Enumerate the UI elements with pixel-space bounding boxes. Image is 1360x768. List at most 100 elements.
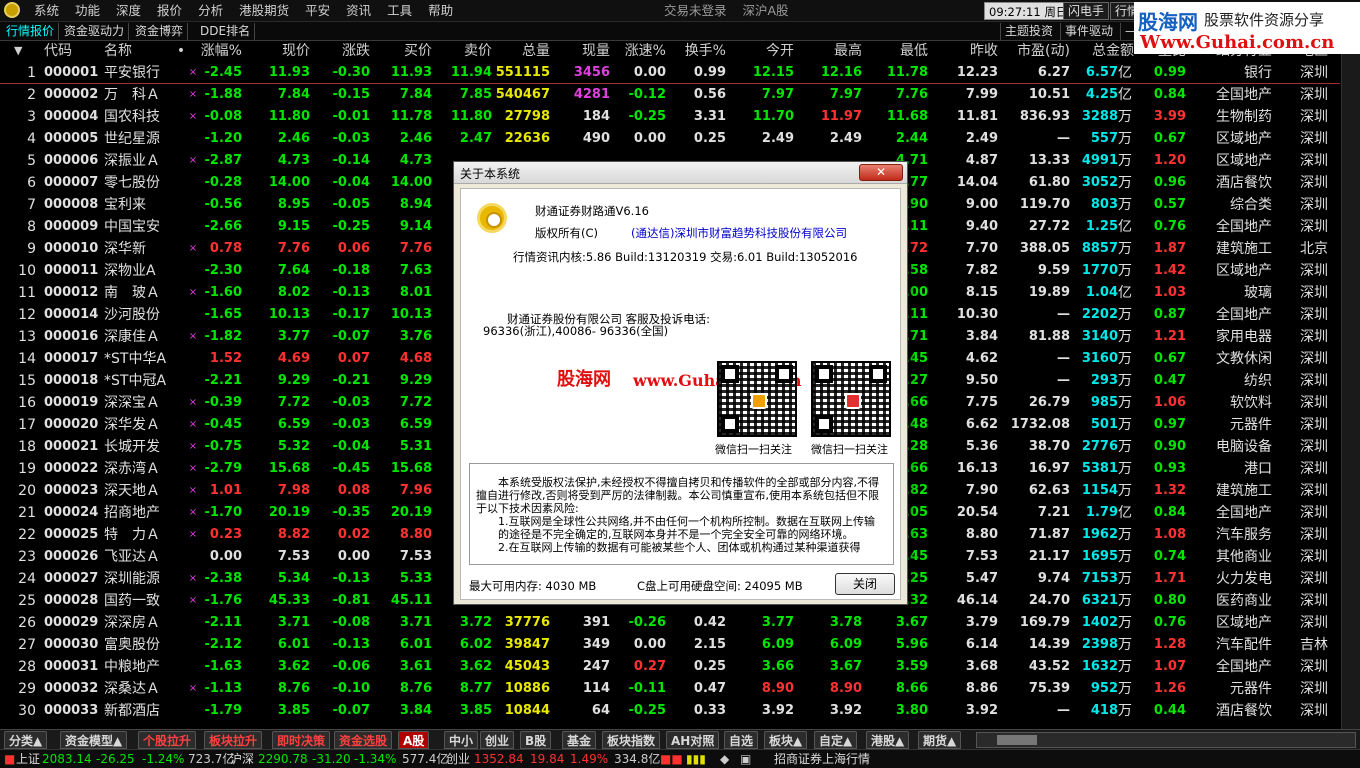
sort-indicator-icon[interactable]: ▼ [14, 41, 34, 61]
menu-item[interactable]: 报价 [149, 0, 190, 22]
bottom-tab[interactable]: 自选 [724, 731, 759, 749]
table-row[interactable]: 29 000032 深桑达Ａ × -1.13 8.76 -0.10 8.76 8.77 10886… [0, 678, 1340, 700]
tab-event-drive[interactable]: 事件驱动 [1060, 23, 1117, 40]
column-header[interactable]: 涨跌 [312, 41, 370, 61]
column-header[interactable]: 现价 [248, 41, 310, 61]
cell-cur: 3456 [573, 65, 610, 80]
copyright-owner[interactable]: (通达信)深圳市财富趋势科技股份有限公司 [631, 225, 847, 241]
column-header[interactable]: 卖价 [436, 41, 492, 61]
column-header[interactable]: 最高 [798, 41, 862, 61]
cy-amount: 334.8亿 [614, 752, 661, 766]
bottom-tab[interactable]: 分类▲ [4, 731, 48, 749]
menu-item[interactable]: 资讯 [338, 0, 379, 22]
column-header[interactable]: 昨收 [936, 41, 998, 61]
column-header[interactable]: 名称 [104, 41, 174, 61]
cell-prev: 6.62 [965, 417, 998, 432]
close-button[interactable]: 关闭 [835, 573, 895, 595]
sh-index[interactable]: 2083.14 [42, 750, 92, 768]
vertical-scrollbar[interactable] [1341, 41, 1360, 729]
menu-item[interactable]: 系统 [26, 0, 67, 22]
bottom-tab[interactable]: B股 [520, 731, 552, 749]
table-row[interactable]: 27 000030 富奥股份 -2.12 6.01 -0.13 6.01 6.02 39847 3… [0, 634, 1340, 656]
industry: 医药商业 [1216, 593, 1272, 609]
cell-high: 3.78 [829, 615, 862, 630]
table-row[interactable]: 1 000001 平安银行 × -2.45 11.93 -0.30 11.93 11.94 551… [0, 62, 1340, 84]
stock-code: 000023 [44, 483, 99, 498]
bottom-tab[interactable]: 中小 [444, 731, 479, 749]
trade-status[interactable]: 交易未登录 [664, 3, 727, 18]
cell-price: 3.62 [277, 659, 310, 674]
horizontal-scrollbar[interactable] [976, 732, 1356, 748]
tab-fund-drive[interactable]: 资金驱动力 [60, 23, 130, 40]
table-row[interactable]: 28 000031 中粮地产 -1.63 3.62 -0.06 3.61 3.62 45043 2… [0, 656, 1340, 678]
bottom-tab[interactable]: 期货▲ [918, 731, 962, 749]
tab-dde-rank[interactable]: DDE排名 [196, 23, 256, 40]
column-header[interactable]: 总量 [494, 41, 550, 61]
menu-item[interactable]: 功能 [67, 0, 108, 22]
cell-bid: 9.14 [399, 219, 432, 234]
table-row[interactable]: 2 000002 万 科Ａ × -1.88 7.84 -0.15 7.84 7.85 540467… [0, 84, 1340, 106]
cy-index[interactable]: 1352.84 [474, 750, 524, 768]
bottom-tab[interactable]: 板块指数 [602, 731, 661, 749]
menu-item[interactable]: 工具 [379, 0, 420, 22]
cell-cur: 184 [582, 109, 610, 124]
bottom-tab[interactable]: 板块▲ [764, 731, 808, 749]
cell-spd: -0.12 [628, 87, 666, 102]
bottom-tab[interactable]: AH对照 [666, 731, 720, 749]
tab-theme-invest[interactable]: 主题投资 [1000, 23, 1057, 40]
hs-amount: 577.4亿 [402, 752, 449, 766]
table-row[interactable]: 3 000004 国农科技 × -0.08 11.80 -0.01 11.78 11.80 277… [0, 106, 1340, 128]
menu-item[interactable]: 港股期货 [231, 0, 297, 22]
bottom-tab[interactable]: 即时决策 [272, 731, 331, 749]
scroll-thumb[interactable] [997, 735, 1037, 745]
column-header[interactable]: 今开 [732, 41, 794, 61]
column-header[interactable]: 现量 [556, 41, 610, 61]
stock-code: 000007 [44, 175, 99, 190]
column-header[interactable]: 总金额 [1076, 41, 1134, 61]
dialog-titlebar[interactable]: 关于本系统 ✕ [454, 162, 907, 184]
cell-pe: 9.59 [1037, 263, 1070, 278]
bottom-tab[interactable]: 基金 [562, 731, 597, 749]
bottom-tab[interactable]: 资金选股 [334, 731, 393, 749]
bottom-tab[interactable]: A股 [398, 731, 430, 749]
bottom-tab[interactable]: 个股拉升 [138, 731, 197, 749]
column-header[interactable]: • [174, 41, 188, 61]
cell-pe: — [1057, 373, 1070, 388]
close-icon[interactable]: ✕ [859, 164, 903, 181]
alert-icon[interactable]: ◆ [720, 750, 729, 768]
column-header[interactable]: 买价 [374, 41, 432, 61]
menu-item[interactable]: 平安 [297, 0, 338, 22]
column-header[interactable]: 换手% [672, 41, 726, 61]
table-row[interactable]: 30 000033 新都酒店 -1.79 3.85 -0.07 3.84 3.85 10844 6… [0, 700, 1340, 722]
legal-notice[interactable]: 本系统受版权法保护,未经授权不得擅自拷贝和传播软件的全部或部分内容,不得擅自进行… [469, 463, 894, 565]
cell-open: 3.92 [761, 703, 794, 718]
connection-icon[interactable]: ▣ [740, 750, 751, 768]
server-name[interactable]: 招商证券上海行情 [774, 750, 870, 768]
bottom-tab[interactable]: 创业 [480, 731, 515, 749]
tab-fund-game[interactable]: 资金博弈 [131, 23, 189, 40]
sh-indicator-icon: ■ [4, 752, 16, 766]
app-logo-icon[interactable] [4, 2, 20, 18]
cell-prev: 7.90 [965, 483, 998, 498]
column-header[interactable]: 最低 [866, 41, 928, 61]
table-row[interactable]: 4 000005 世纪星源 -1.20 2.46 -0.03 2.46 2.47 22636 49… [0, 128, 1340, 150]
cell-prev: 14.04 [956, 175, 998, 190]
bottom-tab[interactable]: 板块拉升 [204, 731, 263, 749]
menu-item[interactable]: 帮助 [420, 0, 461, 22]
bottom-tab[interactable]: 港股▲ [866, 731, 910, 749]
hs-index[interactable]: 2290.78 [258, 750, 308, 768]
bottom-tab[interactable]: 资金模型▲ [60, 731, 128, 749]
cell-bid: 7.53 [399, 549, 432, 564]
table-row[interactable]: 26 000029 深深房Ａ -2.11 3.71 -0.08 3.71 3.72 37776 3… [0, 612, 1340, 634]
menu-item[interactable]: 分析 [190, 0, 231, 22]
flash-trade-button[interactable]: 闪电手 [1063, 2, 1110, 20]
tab-quotes[interactable]: 行情报价 [2, 23, 60, 40]
column-header[interactable]: 涨幅% [196, 41, 242, 61]
column-header[interactable]: 代码 [44, 41, 96, 61]
bottom-tab[interactable]: 自定▲ [814, 731, 858, 749]
column-header[interactable]: 涨速% [614, 41, 666, 61]
menu-item[interactable]: 深度 [108, 0, 149, 22]
column-header[interactable]: 市盈(动) [1002, 41, 1070, 61]
amount-unit: 万 [1118, 153, 1132, 169]
cell-turn: 0.25 [693, 131, 726, 146]
